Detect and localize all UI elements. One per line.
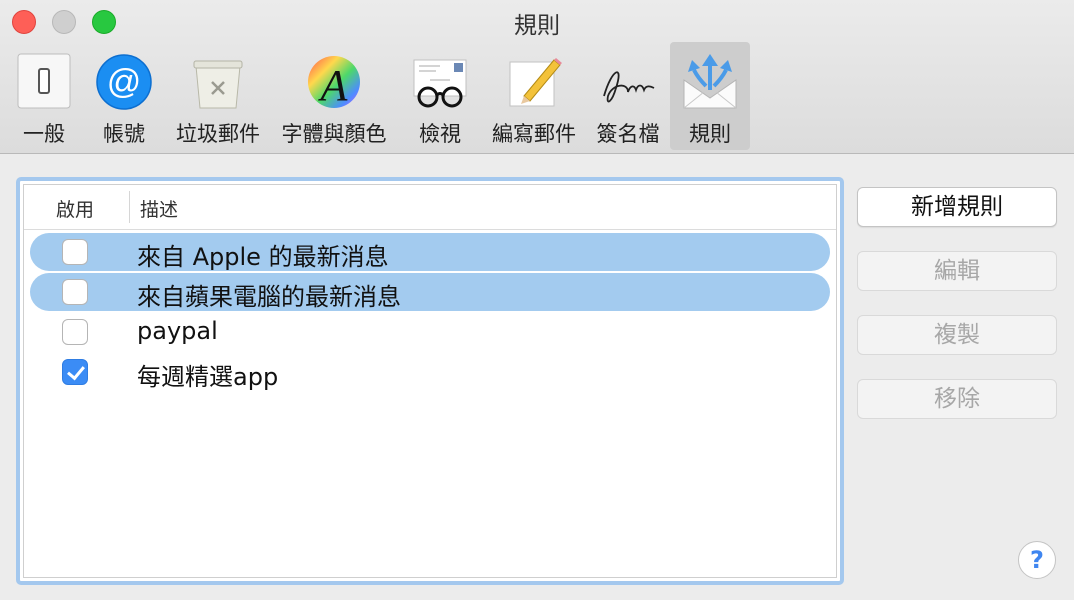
toggle-switch-icon <box>17 53 71 109</box>
at-sign-icon: @ <box>96 54 152 110</box>
window-title: 規則 <box>514 13 560 39</box>
toolbar-label: 字體與顏色 <box>281 122 387 146</box>
toolbar-label: 編寫郵件 <box>492 122 576 146</box>
add-rule-button[interactable]: 新增規則 <box>857 187 1057 227</box>
toolbar-label: 簽名檔 <box>596 122 660 146</box>
rule-description: 來自蘋果電腦的最新消息 <box>137 283 401 311</box>
table-header: 啟用 描述 <box>24 185 836 230</box>
mail-rules-icon <box>683 54 737 109</box>
rule-description: 每週精選app <box>137 363 279 391</box>
table-row[interactable]: 來自蘋果電腦的最新消息 <box>30 273 830 311</box>
toolbar-item-fonts-colors[interactable]: A 字體與顏色 <box>276 42 392 150</box>
trash-bin-icon <box>193 60 243 109</box>
svg-text:@: @ <box>107 63 142 101</box>
toolbar-item-accounts[interactable]: @ 帳號 <box>90 42 158 150</box>
column-header-description[interactable]: 描述 <box>140 195 178 222</box>
toolbar-item-general[interactable]: 一般 <box>12 42 76 150</box>
help-button[interactable]: ? <box>1018 541 1056 579</box>
column-divider[interactable] <box>129 191 130 223</box>
rules-list[interactable]: 啟用 描述 來自 Apple 的最新消息 來自蘋果電腦的最新消息 paypal … <box>16 177 844 585</box>
toolbar-label: 帳號 <box>103 122 145 146</box>
rule-enabled-checkbox[interactable] <box>62 359 88 385</box>
toolbar-item-viewing[interactable]: 檢視 <box>404 42 476 150</box>
rule-enabled-checkbox[interactable] <box>62 239 88 265</box>
toolbar-label: 規則 <box>689 122 731 146</box>
table-row[interactable]: paypal <box>30 313 830 351</box>
rules-table: 啟用 描述 來自 Apple 的最新消息 來自蘋果電腦的最新消息 paypal … <box>23 184 837 578</box>
edit-rule-button[interactable]: 編輯 <box>857 251 1057 291</box>
rule-enabled-checkbox[interactable] <box>62 279 88 305</box>
font-color-wheel-icon: A <box>308 56 360 110</box>
window-titlebar: 規則 一般 @ 帳號 垃圾郵件 A 字體與顏色 檢視 編寫郵件 簽名檔 規則 <box>0 0 1074 154</box>
envelope-glasses-icon <box>413 59 467 108</box>
remove-rule-button[interactable]: 移除 <box>857 379 1057 419</box>
toolbar-item-composing[interactable]: 編寫郵件 <box>486 42 582 150</box>
column-header-enabled[interactable]: 啟用 <box>56 195 94 222</box>
toolbar-label: 垃圾郵件 <box>176 122 260 146</box>
toolbar-item-signatures[interactable]: 簽名檔 <box>590 42 666 150</box>
signature-icon <box>603 71 655 103</box>
pencil-paper-icon <box>509 58 562 107</box>
table-row[interactable]: 每週精選app <box>30 353 830 391</box>
toolbar-label: 檢視 <box>419 122 461 146</box>
toolbar-item-rules[interactable]: 規則 <box>670 42 750 150</box>
toolbar-item-junk[interactable]: 垃圾郵件 <box>170 42 266 150</box>
table-row[interactable]: 來自 Apple 的最新消息 <box>30 233 830 271</box>
rule-description: paypal <box>137 317 218 345</box>
toolbar-label: 一般 <box>23 122 65 146</box>
rule-enabled-checkbox[interactable] <box>62 319 88 345</box>
svg-text:A: A <box>318 61 349 110</box>
duplicate-rule-button[interactable]: 複製 <box>857 315 1057 355</box>
rule-description: 來自 Apple 的最新消息 <box>137 243 389 271</box>
